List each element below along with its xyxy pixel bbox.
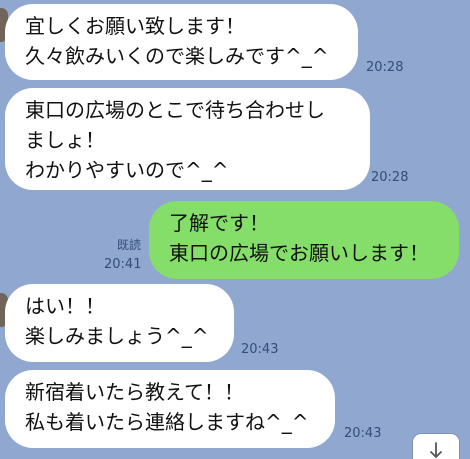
message-line: 私も着いたら連絡しますね^_^ [25, 410, 309, 434]
message-line: 東口の広場のとこで待ち合わせし [25, 98, 325, 122]
message-timestamp: 20:41 [104, 257, 142, 272]
message-bubble[interactable]: はい！！ 楽しみましょう^_^ [5, 284, 234, 362]
message-timestamp: 20:28 [366, 60, 404, 75]
message-timestamp: 20:43 [241, 342, 279, 357]
message-bubble[interactable]: 新宿着いたら教えて！！ 私も着いたら連絡しますね^_^ [5, 370, 335, 448]
message-line: はい！！ [25, 294, 105, 318]
arrow-down-icon [429, 442, 443, 459]
message-timestamp: 20:43 [344, 426, 382, 441]
read-receipt: 既読 [117, 238, 142, 252]
message-timestamp: 20:28 [371, 170, 409, 185]
message-line: 東口の広場でお願いします！ [169, 241, 429, 265]
scroll-to-bottom-button[interactable] [413, 434, 459, 459]
message-line: 了解です！ [169, 211, 269, 235]
message-line: 楽しみましょう^_^ [25, 324, 209, 348]
message-bubble[interactable]: 宜しくお願い致します！ 久々飲みいくので楽しみです^_^ [5, 4, 358, 80]
message-line: ましょ！ [25, 128, 105, 152]
message-line: 宜しくお願い致します！ [25, 14, 245, 38]
message-line: 新宿着いたら教えて！！ [25, 380, 244, 404]
message-line: 久々飲みいくので楽しみです^_^ [25, 44, 329, 68]
chat-thread: 宜しくお願い致します！ 久々飲みいくので楽しみです^_^ 20:28 東口の広場… [0, 0, 470, 459]
message-line: わかりやすいので^_^ [25, 158, 229, 182]
message-bubble[interactable]: 東口の広場のとこで待ち合わせし ましょ！ わかりやすいので^_^ [5, 88, 370, 190]
message-bubble[interactable]: 了解です！ 東口の広場でお願いします！ [149, 201, 459, 279]
